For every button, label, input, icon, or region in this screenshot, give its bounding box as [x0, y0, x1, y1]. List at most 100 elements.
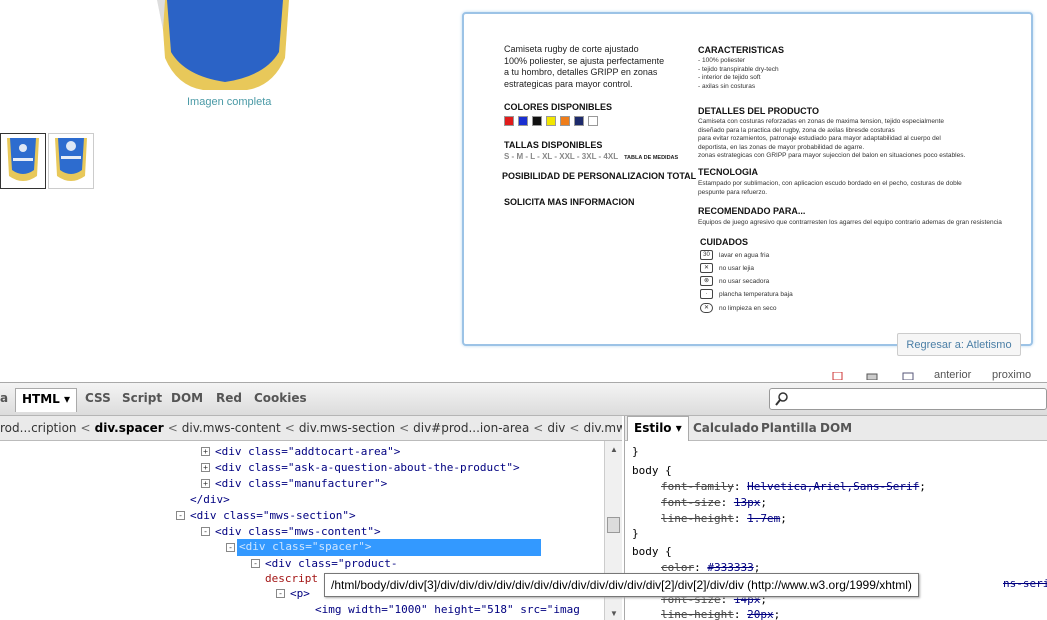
care-item: 30 lavar en agua fria	[700, 250, 769, 260]
selected-html-node[interactable]: <div class="spacer">	[237, 539, 541, 556]
expand-toggle[interactable]: +	[201, 447, 210, 456]
collapse-toggle[interactable]: -	[251, 559, 260, 568]
previous-product-link[interactable]: anterior	[934, 369, 971, 381]
breadcrumb-item[interactable]: div.mws-content	[182, 421, 281, 435]
feature-item: - interior de tejido soft	[698, 74, 761, 82]
css-property[interactable]: font-size: 13px;	[661, 496, 767, 509]
css-property-value[interactable]: 13px	[734, 496, 761, 509]
tab-script[interactable]: Script	[122, 391, 162, 405]
firebug-search-input[interactable]	[769, 388, 1047, 410]
back-to-category-button[interactable]: Regresar a: Atletismo	[897, 333, 1021, 356]
tab-net[interactable]: Red	[216, 391, 242, 405]
scroll-up-icon[interactable]: ▲	[610, 445, 618, 454]
breadcrumb-separator: <	[80, 421, 91, 435]
size-table-label: TABLA DE MEDIDAS	[624, 155, 679, 161]
product-main-image[interactable]	[155, 0, 295, 92]
breadcrumb-separator: <	[569, 421, 580, 435]
breadcrumb-item[interactable]: div.mws-section	[299, 421, 395, 435]
html-node[interactable]: descript	[265, 572, 318, 585]
css-property[interactable]: line-height: 20px;	[661, 608, 780, 620]
technology-text: Estampado por sublimacion, con aplicacio…	[698, 180, 962, 197]
tab-style-label: Estilo	[634, 421, 672, 435]
tab-cookies[interactable]: Cookies	[254, 391, 307, 405]
tab-css[interactable]: CSS	[85, 391, 111, 405]
css-property-name[interactable]: line-height	[661, 608, 734, 620]
care-item: · plancha temperatura baja	[700, 289, 793, 299]
tab-computed[interactable]: Calculado	[693, 421, 759, 435]
dropdown-arrow-icon[interactable]: ▾	[676, 421, 682, 435]
next-product-link[interactable]: proximo	[992, 369, 1031, 381]
css-property-value[interactable]: Helvetica,Ariel,Sans-Serif	[747, 480, 919, 493]
details-line: para evitar rozamientos, patronaje estud…	[698, 135, 941, 143]
css-property-value[interactable]: 20px	[747, 608, 774, 620]
html-node[interactable]: <div class="manufacturer">	[215, 477, 387, 490]
breadcrumb-item[interactable]: rod...cription	[0, 421, 77, 435]
tab-side-dom[interactable]: DOM	[820, 421, 852, 435]
care-heading: CUIDADOS	[700, 237, 749, 247]
css-overflow-fragment: ns-seri	[1003, 577, 1047, 590]
iron-low-icon: ·	[700, 289, 713, 299]
dropdown-arrow-icon[interactable]: ▾	[64, 392, 70, 406]
tab-console[interactable]: a	[0, 391, 8, 405]
feature-item: - axilas sin costuras	[698, 82, 756, 90]
tab-html-label: HTML	[22, 392, 60, 406]
product-thumbnail-front[interactable]	[0, 133, 46, 189]
print-icon[interactable]	[866, 372, 878, 380]
css-property[interactable]: font-family: Helvetica,Ariel,Sans-Serif;	[661, 480, 926, 493]
breadcrumb-separator: <	[399, 421, 410, 435]
html-node[interactable]: <p>	[290, 587, 310, 600]
selected-node-text: <div class="spacer">	[239, 540, 372, 553]
expand-toggle[interactable]: +	[201, 463, 210, 472]
collapse-toggle[interactable]: -	[276, 589, 285, 598]
html-node[interactable]: <div class="addtocart-area">	[215, 445, 400, 458]
tab-layout[interactable]: Plantilla	[761, 421, 817, 435]
more-info-heading: SOLICITA MAS INFORMACION	[504, 197, 635, 207]
html-node[interactable]: <div class="ask-a-question-about-the-pro…	[215, 461, 520, 474]
css-property-name[interactable]: font-family	[661, 480, 734, 493]
scrollbar-thumb[interactable]	[607, 517, 620, 533]
html-node[interactable]: <div class="mws-content">	[215, 525, 381, 538]
breadcrumb-item[interactable]: div.mws-c	[583, 421, 622, 435]
color-swatch	[560, 116, 570, 126]
html-node[interactable]: <img width="1000" height="518" src="imag	[315, 603, 580, 616]
css-selector[interactable]: body {	[632, 464, 672, 477]
html-node[interactable]: <div class="product-	[265, 557, 397, 570]
care-label: lavar en agua fria	[719, 251, 770, 259]
breadcrumb-item[interactable]: div#prod...ion-area	[413, 421, 529, 435]
color-swatch	[588, 116, 598, 126]
collapse-toggle[interactable]: -	[176, 511, 185, 520]
care-label: no usar lejia	[719, 264, 755, 272]
breadcrumb-item[interactable]: div	[547, 421, 565, 435]
css-property[interactable]: line-height: 1.7em;	[661, 512, 787, 525]
expand-toggle[interactable]: +	[201, 479, 210, 488]
collapse-toggle[interactable]: -	[201, 527, 210, 536]
css-property-value[interactable]: 1.7em	[747, 512, 780, 525]
tab-style[interactable]: Estilo ▾	[627, 416, 689, 442]
screen: Imagen completa Camiseta rugby de corte …	[0, 0, 1047, 620]
care-label: no usar secadora	[719, 277, 770, 285]
collapse-toggle[interactable]: -	[226, 543, 235, 552]
html-node[interactable]: <div class="mws-section">	[190, 509, 356, 522]
no-tumble-dry-icon: ⊗	[700, 276, 713, 286]
care-item: ✕ no limpieza en seco	[700, 303, 776, 313]
features-heading: CARACTERISTICAS	[698, 45, 785, 55]
css-selector[interactable]: body {	[632, 545, 672, 558]
css-property-name[interactable]: font-size	[661, 496, 721, 509]
details-text: Camiseta con costuras reforzadas en zona…	[698, 118, 965, 161]
breadcrumb: rod...cription < div.spacer < div.mws-conten…	[0, 416, 622, 441]
color-swatch	[546, 116, 556, 126]
breadcrumb-separator: <	[167, 421, 178, 435]
breadcrumb-item-current[interactable]: div.spacer	[95, 421, 164, 435]
product-thumbnail-back[interactable]	[48, 133, 94, 189]
scroll-down-icon[interactable]: ▼	[610, 609, 618, 618]
full-image-link[interactable]: Imagen completa	[187, 96, 271, 108]
css-property-name[interactable]: line-height	[661, 512, 734, 525]
pdf-icon[interactable]	[832, 372, 844, 380]
html-node[interactable]: </div>	[190, 493, 230, 506]
tab-dom[interactable]: DOM	[171, 391, 203, 405]
email-icon[interactable]	[902, 372, 914, 380]
breadcrumb-separator: <	[284, 421, 295, 435]
technology-line: pespunte para refuerzo.	[698, 188, 768, 196]
tab-html[interactable]: HTML ▾	[15, 388, 78, 412]
product-intro: Camiseta rugby de corte ajustado 100% po…	[504, 44, 674, 90]
